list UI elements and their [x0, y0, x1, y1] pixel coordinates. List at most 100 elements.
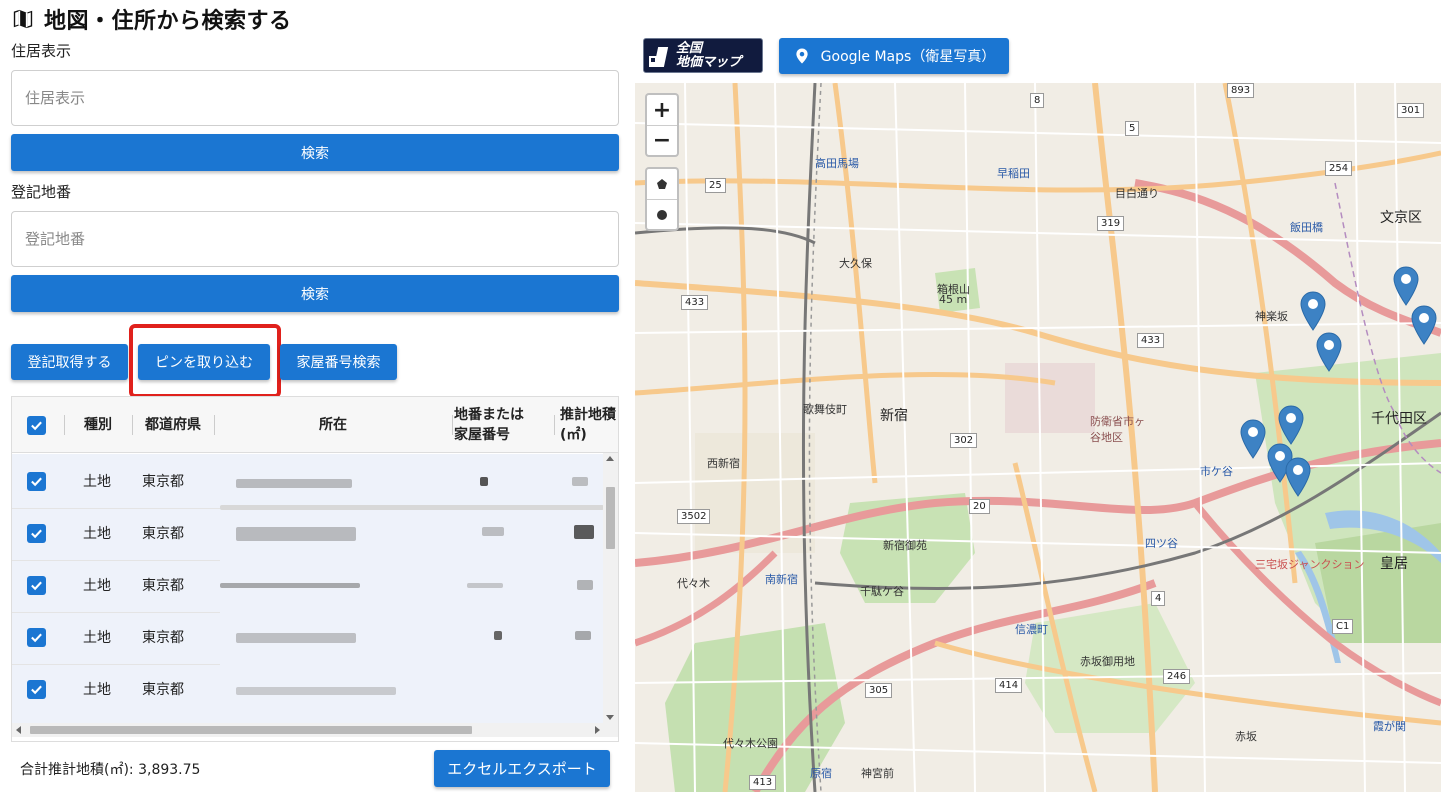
- map-label: 千駄ケ谷: [860, 585, 904, 598]
- cell-type: 土地: [83, 474, 111, 490]
- address-search-button[interactable]: 検索: [11, 134, 619, 171]
- page-title: 地図・住所から検索する: [44, 9, 292, 34]
- map-label: 赤坂: [1235, 730, 1257, 743]
- zoom-in-button[interactable]: +: [647, 95, 677, 125]
- row-checkbox[interactable]: [27, 627, 46, 647]
- check-icon: [30, 421, 42, 430]
- registry-input[interactable]: [11, 211, 619, 267]
- map-view[interactable]: 文京区 千代田区 新宿 大久保 高田馬場 飯田橋 四ツ谷 新宿御苑 代々木 皇居…: [635, 83, 1441, 792]
- route-shield: 433: [681, 295, 709, 310]
- column-header-lot-number[interactable]: 地番または 家屋番号: [454, 397, 552, 453]
- house-number-search-button[interactable]: 家屋番号検索: [280, 344, 397, 380]
- map-label: 市ケ谷: [1200, 465, 1233, 478]
- map-label: 文京区: [1380, 210, 1422, 226]
- column-header-type[interactable]: 種別: [66, 397, 130, 453]
- map-label: 四ツ谷: [1145, 537, 1178, 550]
- route-shield: 254: [1325, 161, 1353, 176]
- route-shield: 302: [950, 433, 978, 448]
- map-marker-icon[interactable]: [1411, 305, 1437, 345]
- row-checkbox[interactable]: [27, 679, 46, 699]
- draw-circle-button[interactable]: [647, 199, 677, 229]
- chika-map-logo-button[interactable]: 全国 地価マップ: [643, 38, 763, 73]
- map-label: 新宿御苑: [883, 539, 927, 552]
- map-label: 霞が関: [1373, 720, 1406, 733]
- map-label: 45 m: [939, 293, 968, 306]
- route-shield: 305: [865, 683, 893, 698]
- draw-polygon-button[interactable]: [647, 169, 677, 199]
- cell-type: 土地: [83, 682, 111, 698]
- map-label: 神宮前: [861, 767, 894, 780]
- polygon-icon: [657, 179, 667, 189]
- horizontal-scroll-thumb[interactable]: [30, 726, 472, 734]
- check-icon: [31, 581, 42, 590]
- map-tiles[interactable]: [635, 83, 1441, 792]
- registry-search-button[interactable]: 検索: [11, 275, 619, 312]
- route-shield: 3502: [677, 509, 711, 524]
- map-label: 神楽坂: [1255, 310, 1288, 323]
- get-registry-button[interactable]: 登記取得する: [11, 344, 128, 380]
- route-shield: 20: [969, 499, 990, 514]
- row-checkbox[interactable]: [27, 523, 46, 543]
- map-marker-icon[interactable]: [1278, 405, 1304, 445]
- chika-logo-icon: [644, 39, 676, 72]
- map-marker-icon[interactable]: [1316, 332, 1342, 372]
- route-shield: 4: [1151, 591, 1166, 606]
- map-label: 防衛省市ヶ谷地区: [1090, 415, 1145, 444]
- checkbox-checked[interactable]: [26, 415, 46, 435]
- column-header-prefecture[interactable]: 都道府県: [134, 397, 212, 453]
- address-input[interactable]: [11, 70, 619, 126]
- column-header-location[interactable]: 所在: [216, 397, 450, 453]
- route-shield: 893: [1227, 83, 1255, 98]
- map-label: 信濃町: [1015, 623, 1048, 636]
- google-maps-button[interactable]: Google Maps（衛星写真）: [779, 38, 1009, 74]
- page-header: 地図・住所から検索する: [12, 4, 292, 34]
- column-header-area[interactable]: 推計地積 (㎡): [560, 397, 618, 453]
- cell-prefecture: 東京都: [142, 682, 184, 698]
- row-checkbox[interactable]: [27, 575, 46, 595]
- route-shield: 433: [1137, 333, 1165, 348]
- map-label: 飯田橋: [1290, 221, 1323, 234]
- excel-export-button[interactable]: エクセルエクスポート: [434, 750, 610, 787]
- cell-type: 土地: [83, 630, 111, 646]
- cell-prefecture: 東京都: [142, 578, 184, 594]
- route-shield: 301: [1397, 103, 1425, 118]
- cell-prefecture: 東京都: [142, 526, 184, 542]
- location-pin-icon: [796, 48, 808, 64]
- table-header: 種別 都道府県 所在 地番または 家屋番号 推計地積 (㎡): [12, 397, 618, 453]
- horizontal-scrollbar[interactable]: [12, 723, 618, 737]
- vertical-scrollbar[interactable]: [603, 453, 618, 723]
- highlight-box: [129, 324, 281, 398]
- map-marker-icon[interactable]: [1393, 266, 1419, 306]
- map-marker-icon[interactable]: [1285, 457, 1311, 497]
- address-label: 住居表示: [11, 42, 72, 60]
- map-label: 高田馬場: [815, 157, 859, 170]
- map-label: 目白通り: [1115, 187, 1159, 200]
- check-icon: [31, 685, 42, 694]
- cell-type: 土地: [83, 578, 111, 594]
- cell-prefecture: 東京都: [142, 630, 184, 646]
- check-icon: [31, 477, 42, 486]
- map-label: 原宿: [810, 767, 832, 780]
- map-label: 千代田区: [1371, 411, 1427, 427]
- map-marker-icon[interactable]: [1300, 291, 1326, 331]
- map-label: 代々木: [677, 577, 710, 590]
- route-shield: 25: [705, 178, 726, 193]
- row-checkbox[interactable]: [27, 471, 46, 491]
- registry-label: 登記地番: [11, 183, 72, 201]
- vertical-scroll-thumb[interactable]: [606, 487, 615, 549]
- zoom-out-button[interactable]: −: [647, 125, 677, 155]
- total-area-text: 合計推計地積(㎡): 3,893.75: [20, 762, 201, 778]
- route-shield: 414: [995, 678, 1023, 693]
- map-label: 代々木公園: [723, 737, 778, 750]
- map-label: 皇居: [1380, 556, 1408, 572]
- zoom-control: + −: [645, 93, 679, 157]
- map-label: 南新宿: [765, 573, 798, 586]
- circle-icon: [657, 209, 667, 220]
- select-all-checkbox[interactable]: [26, 397, 46, 453]
- route-shield: 413: [749, 775, 777, 790]
- map-label: 西新宿: [707, 457, 740, 470]
- chika-logo-line1: 全国: [676, 40, 703, 56]
- map-label: 早稲田: [997, 167, 1030, 180]
- cell-prefecture: 東京都: [142, 474, 184, 490]
- map-marker-icon[interactable]: [1240, 419, 1266, 459]
